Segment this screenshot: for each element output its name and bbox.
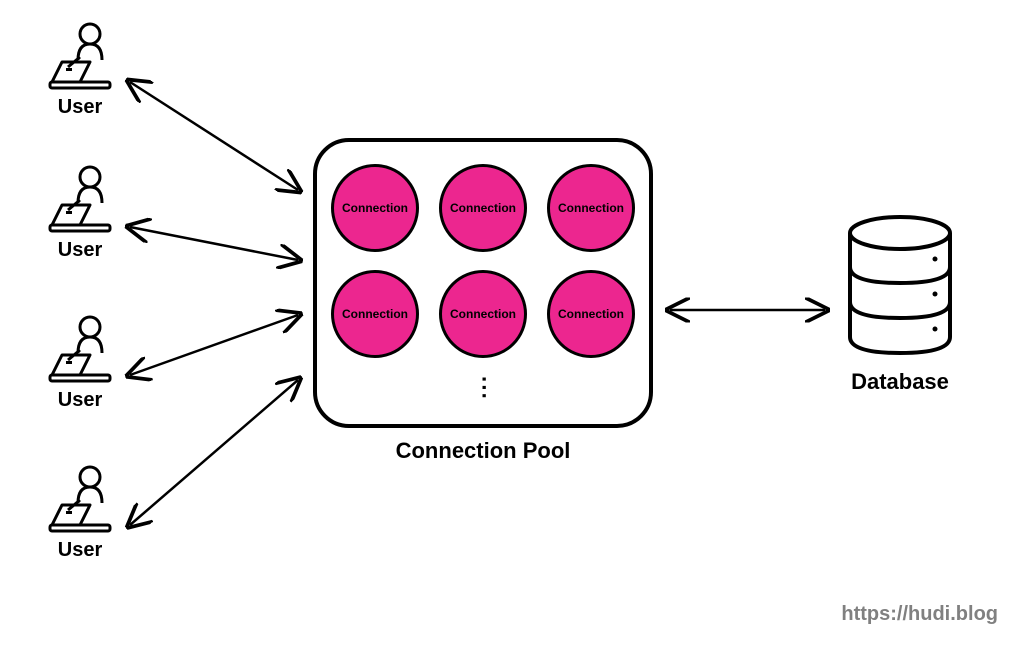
arrows-layer — [0, 0, 1020, 646]
arrow-user3-pool — [130, 315, 298, 375]
arrow-user2-pool — [130, 227, 298, 260]
arrow-user1-pool — [130, 82, 298, 190]
watermark: https://hudi.blog — [841, 603, 998, 626]
arrow-user4-pool — [130, 380, 298, 525]
